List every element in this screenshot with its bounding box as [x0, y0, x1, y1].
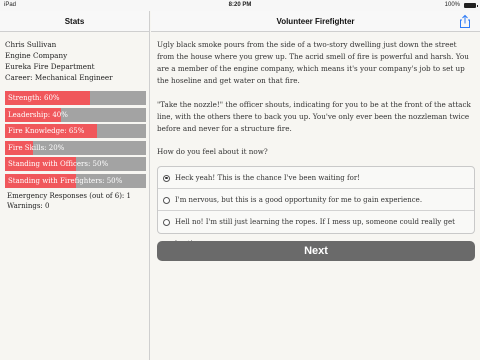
choice-label: I'm nervous, but this is a good opportun…	[175, 196, 423, 204]
radio-icon[interactable]	[163, 218, 170, 226]
counts: Emergency Responses (out of 6): 1 Warnin…	[0, 190, 149, 211]
story-paragraph: "Take the nozzle!" the officer shouts, i…	[157, 100, 471, 133]
stat-bar-fire-skills: Fire Skills: 20%	[5, 140, 146, 155]
story-paragraph: Ugly black smoke pours from the side of …	[157, 40, 469, 85]
company-label: Engine Company	[5, 51, 68, 60]
story-title: Volunteer Firefighter	[276, 17, 355, 26]
status-bar: iPad 8:20 PM 100%	[0, 0, 480, 11]
choice-option[interactable]: Hell no! I'm still just learning the rop…	[158, 211, 474, 248]
battery-icon	[464, 3, 478, 8]
story-panel: Volunteer Firefighter Ugly black smoke p…	[151, 11, 480, 360]
choice-list: Heck yeah! This is the chance I've been …	[157, 166, 475, 248]
stat-bar-standing-firefighters: Standing with Firefighters: 50%	[5, 173, 146, 188]
share-icon[interactable]	[458, 14, 472, 29]
stat-bar-fire-knowledge: Fire Knowledge: 65%	[5, 124, 146, 138]
warnings-count: Warnings: 0	[7, 201, 50, 210]
next-button[interactable]: Next	[157, 241, 475, 261]
profile-info: Chris Sullivan Engine Company Eureka Fir…	[0, 32, 149, 83]
department-label: Eureka Fire Department	[5, 62, 95, 71]
story-text: Ugly black smoke pours from the side of …	[151, 32, 480, 158]
battery-percent: 100%	[444, 2, 460, 8]
player-name: Chris Sullivan	[5, 40, 57, 49]
stat-bars: Strength: 60% Leadership: 40% Fire Knowl…	[0, 91, 149, 188]
stat-label: Fire Knowledge: 65%	[8, 127, 85, 135]
stat-label: Strength: 60%	[8, 94, 60, 102]
stat-label: Fire Skills: 20%	[8, 143, 65, 152]
question-prompt: How do you feel about it now?	[157, 147, 268, 156]
choice-label: Heck yeah! This is the chance I've been …	[175, 174, 360, 182]
stat-bar-standing-officers: Standing with Officers: 50%	[5, 157, 146, 171]
choice-option[interactable]: Heck yeah! This is the chance I've been …	[158, 167, 474, 189]
radio-icon[interactable]	[163, 174, 170, 182]
stat-label: Standing with Officers: 50%	[8, 160, 109, 168]
clock: 8:20 PM	[228, 2, 252, 8]
emergency-responses-count: Emergency Responses (out of 6): 1	[7, 192, 131, 200]
story-nav-bar: Volunteer Firefighter	[151, 11, 480, 32]
stat-label: Standing with Firefighters: 50%	[8, 176, 123, 185]
stats-sidebar: Stats Chris Sullivan Engine Company Eure…	[0, 11, 150, 360]
choice-option[interactable]: I'm nervous, but this is a good opportun…	[158, 189, 474, 211]
radio-icon[interactable]	[163, 196, 170, 204]
sidebar-title: Stats	[0, 11, 149, 32]
stat-label: Leadership: 40%	[8, 110, 68, 119]
stat-bar-leadership: Leadership: 40%	[5, 107, 146, 122]
career-label: Career: Mechanical Engineer	[5, 73, 113, 82]
stat-bar-strength: Strength: 60%	[5, 91, 146, 105]
